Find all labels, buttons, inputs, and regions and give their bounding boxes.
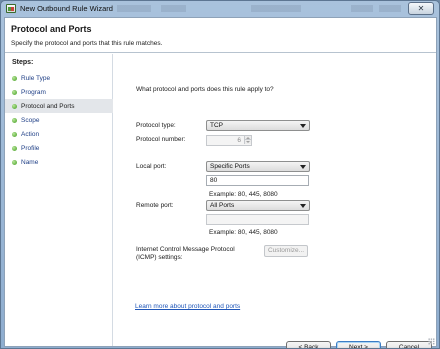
- chevron-down-icon: [300, 124, 306, 128]
- page-header: Protocol and Ports Specify the protocol …: [5, 18, 436, 53]
- step-pending-icon: [12, 132, 17, 137]
- icmp-label-line1: Internet Control Message Protocol: [136, 246, 235, 253]
- protocol-number-label: Protocol number:: [136, 136, 186, 143]
- step-label: Name: [21, 158, 39, 166]
- local-port-example: Example: 80, 445, 8080: [209, 191, 278, 198]
- step-complete-icon: [12, 90, 17, 95]
- local-port-dropdown[interactable]: Specific Ports: [206, 161, 310, 172]
- wizard-client-area: Protocol and Ports Specify the protocol …: [4, 17, 437, 348]
- step-profile[interactable]: Profile: [5, 141, 113, 155]
- protocol-type-label: Protocol type:: [136, 122, 176, 129]
- remote-port-example: Example: 80, 445, 8080: [209, 229, 278, 236]
- step-scope[interactable]: Scope: [5, 113, 113, 127]
- step-program[interactable]: Program: [5, 85, 113, 99]
- step-pending-icon: [12, 146, 17, 151]
- remote-port-selected: All Ports: [210, 202, 235, 209]
- local-port-input[interactable]: 80: [206, 175, 309, 186]
- step-label: Protocol and Ports: [21, 102, 75, 110]
- chevron-down-icon: [300, 204, 306, 208]
- title-bar: New Outbound Rule Wizard ✕: [1, 1, 439, 17]
- protocol-type-dropdown[interactable]: TCP: [206, 120, 310, 131]
- wizard-window: New Outbound Rule Wizard ✕ Protocol and …: [0, 0, 440, 349]
- step-name[interactable]: Name: [5, 155, 113, 169]
- wizard-footer: < Back Next > Cancel: [114, 312, 436, 348]
- close-icon: ✕: [417, 3, 425, 13]
- protocol-number-stepper: 6: [206, 135, 252, 146]
- main-content: What protocol and ports does this rule a…: [114, 54, 436, 312]
- step-label: Profile: [21, 144, 40, 152]
- customize-button[interactable]: Customize...: [264, 245, 308, 257]
- titlebar-background-blur: [111, 5, 411, 12]
- resize-grip-icon[interactable]: [428, 338, 435, 345]
- step-protocol-and-ports[interactable]: Protocol and Ports: [5, 99, 113, 113]
- step-pending-icon: [12, 160, 17, 165]
- back-button[interactable]: < Back: [286, 341, 331, 348]
- step-pending-icon: [12, 118, 17, 123]
- question-text: What protocol and ports does this rule a…: [136, 86, 274, 93]
- protocol-type-value: TCP: [210, 122, 223, 129]
- close-button[interactable]: ✕: [408, 2, 434, 15]
- page-subtitle: Specify the protocol and ports that this…: [11, 40, 163, 47]
- step-action[interactable]: Action: [5, 127, 113, 141]
- step-label: Rule Type: [21, 74, 51, 82]
- remote-port-dropdown[interactable]: All Ports: [206, 200, 310, 211]
- step-label: Action: [21, 130, 40, 138]
- step-current-icon: [12, 104, 17, 109]
- local-port-label: Local port:: [136, 163, 167, 170]
- protocol-number-value: 6: [237, 137, 241, 144]
- page-title: Protocol and Ports: [11, 24, 92, 34]
- icmp-label-line2: (ICMP) settings:: [136, 254, 183, 261]
- remote-port-input[interactable]: [206, 214, 309, 225]
- next-button[interactable]: Next >: [336, 341, 381, 348]
- chevron-down-icon: [300, 165, 306, 169]
- remote-port-label: Remote port:: [136, 202, 174, 209]
- spin-down-icon: [244, 140, 251, 144]
- steps-heading: Steps:: [12, 59, 34, 66]
- learn-more-link[interactable]: Learn more about protocol and ports: [135, 303, 240, 310]
- steps-list: Rule Type Program Protocol and Ports Sco…: [5, 71, 113, 169]
- window-title: New Outbound Rule Wizard: [20, 4, 113, 13]
- steps-sidebar: Steps: Rule Type Program Protocol and Po…: [5, 54, 113, 346]
- local-port-selected: Specific Ports: [210, 163, 250, 170]
- step-rule-type[interactable]: Rule Type: [5, 71, 113, 85]
- cancel-button[interactable]: Cancel: [386, 341, 432, 348]
- step-label: Scope: [21, 116, 40, 124]
- step-label: Program: [21, 88, 46, 96]
- step-complete-icon: [12, 76, 17, 81]
- firewall-icon: [6, 4, 16, 13]
